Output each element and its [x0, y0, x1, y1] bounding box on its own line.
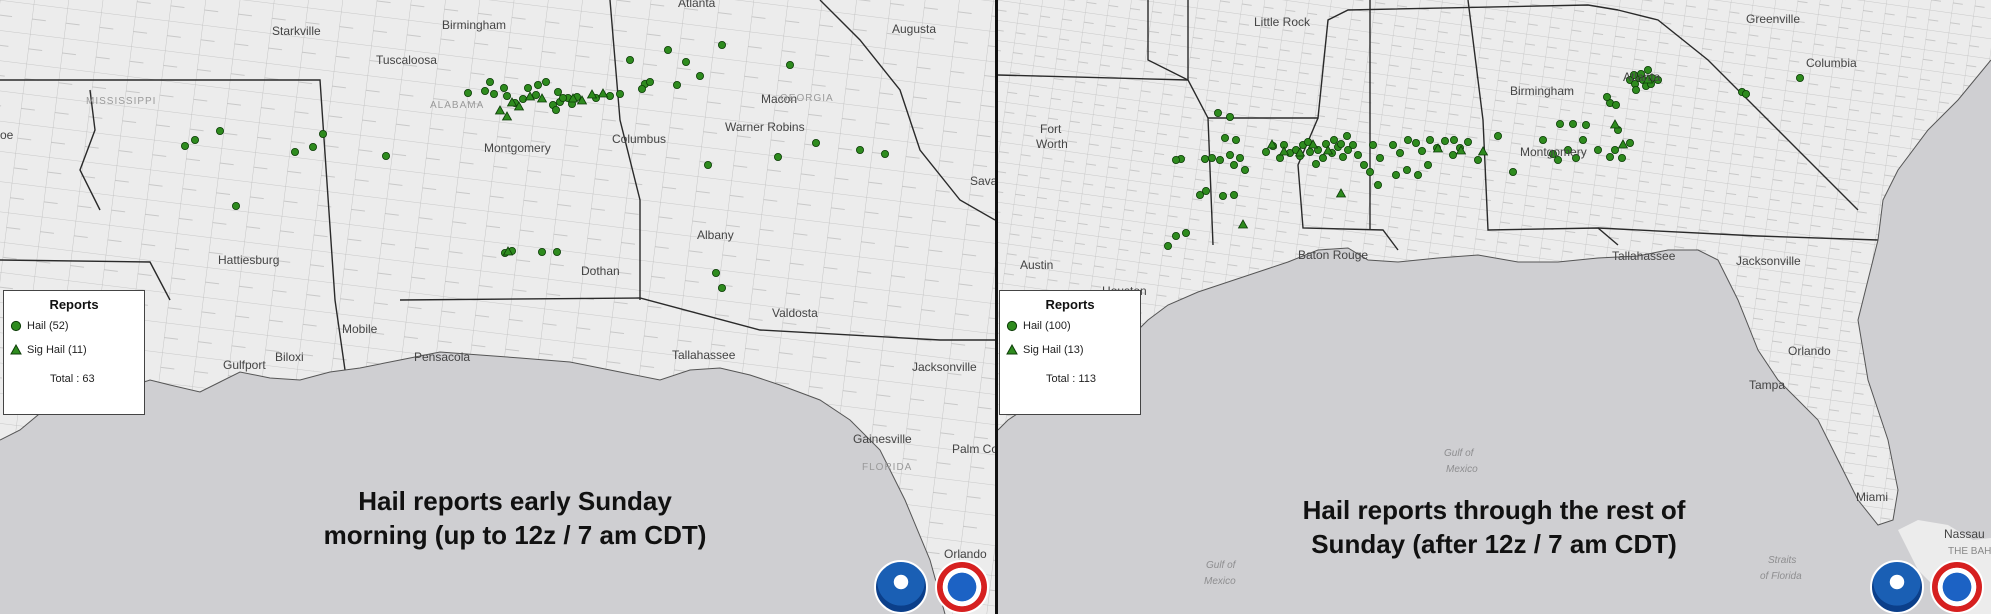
city-greenville: Greenville: [1746, 12, 1801, 26]
legend-hail-label: Hail (52): [27, 320, 69, 332]
city-little-rock: Little Rock: [1254, 15, 1311, 29]
city-starkville: Starkville: [272, 24, 321, 38]
city-columbia: Columbia: [1806, 56, 1857, 70]
right-caption-line1: Hail reports through the rest of: [1302, 495, 1686, 525]
city-tampa: Tampa: [1749, 378, 1786, 392]
water-straits-a: Straits: [1768, 555, 1797, 566]
city-gainesville: Gainesville: [853, 432, 912, 446]
city-orlando: Orlando: [944, 547, 987, 561]
city-monroe-partial: oe: [0, 128, 14, 142]
city-biloxi: Biloxi: [275, 350, 304, 364]
sig-hail-triangle-icon: [10, 344, 22, 355]
water-gulf-of-mexico-1b: Mexico: [1446, 464, 1478, 475]
city-tallahassee-r: Tallahassee: [1612, 249, 1676, 263]
city-warner-robins: Warner Robins: [725, 120, 805, 134]
city-atlanta: Atlanta: [1623, 70, 1661, 84]
city-valdosta: Valdosta: [772, 306, 818, 320]
label-bahamas: THE BAH: [1948, 546, 1991, 557]
state-alabama: ALABAMA: [430, 100, 485, 111]
legend-title: Reports: [49, 297, 99, 312]
city-baton-rouge: Baton Rouge: [1298, 248, 1369, 262]
legend-sig-hail-row: Sig Hail (13): [1006, 344, 1084, 356]
city-gulfport: Gulfport: [223, 358, 266, 372]
city-austin: Austin: [1020, 258, 1054, 272]
city-augusta: Augusta: [892, 22, 937, 36]
water-gulf-of-mexico-2a: Gulf of: [1206, 560, 1236, 571]
city-palm-coast: Palm Co: [952, 442, 995, 456]
legend-hail-label: Hail (100): [1023, 320, 1071, 332]
city-dothan: Dothan: [581, 264, 620, 278]
left-caption: Hail reports early Sunday morning (up to…: [290, 484, 740, 552]
water-gulf-of-mexico-2b: Mexico: [1204, 576, 1236, 587]
city-columbus: Columbus: [612, 132, 667, 146]
legend-sig-hail-row: Sig Hail (11): [10, 344, 87, 356]
city-savannah: Sava: [970, 174, 995, 188]
legend-total: Total : 113: [1046, 373, 1096, 385]
noaa-logo-icon: [1870, 560, 1924, 614]
nws-logo-icon: [1930, 560, 1984, 614]
city-orlando-r: Orlando: [1788, 344, 1831, 358]
right-map-panel: Little Rock Greenville Atlanta Columbia …: [998, 0, 1991, 614]
city-montgomery: Montgomery: [484, 141, 551, 155]
state-mississippi: MISSISSIPPI: [86, 96, 157, 107]
left-legend: Reports Hail (52) Sig Hail (11) Total : …: [3, 290, 145, 415]
water-gulf-of-mexico-1a: Gulf of: [1444, 448, 1474, 459]
hail-dot-icon: [10, 320, 22, 332]
legend-total: Total : 63: [50, 373, 95, 385]
sig-hail-triangle-icon: [1006, 344, 1018, 355]
nws-logo-icon: [935, 560, 989, 614]
right-legend: Reports Hail (100) Sig Hail (13) Total :…: [999, 290, 1141, 415]
right-caption-line2: Sunday (after 12z / 7 am CDT): [1311, 529, 1677, 559]
city-nassau: Nassau: [1944, 527, 1985, 541]
city-montgomery-r: Montgomery: [1520, 145, 1587, 159]
legend-sig-hail-label: Sig Hail (11): [27, 344, 87, 356]
left-caption-line1: Hail reports early Sunday: [358, 486, 672, 516]
legend-hail-row: Hail (52): [10, 320, 69, 332]
noaa-logo-icon: [874, 560, 928, 614]
city-miami: Miami: [1856, 490, 1888, 504]
left-map-panel: Starkville Birmingham Tuscaloosa Augusta…: [0, 0, 995, 614]
city-birmingham: Birmingham: [442, 18, 507, 32]
legend-hail-row: Hail (100): [1006, 320, 1071, 332]
city-tuscaloosa: Tuscaloosa: [376, 53, 437, 67]
state-florida: FLORIDA: [862, 462, 913, 473]
state-georgia: GEORGIA: [780, 93, 834, 104]
city-jacksonville-r: Jacksonville: [1736, 254, 1801, 268]
city-mobile: Mobile: [342, 322, 378, 336]
city-tallahassee: Tallahassee: [672, 348, 736, 362]
hail-dot-icon: [1006, 320, 1018, 332]
city-pensacola: Pensacola: [414, 350, 471, 364]
city-hattiesburg: Hattiesburg: [218, 253, 280, 267]
legend-sig-hail-label: Sig Hail (13): [1023, 344, 1084, 356]
water-straits-b: of Florida: [1760, 571, 1802, 582]
city-atlanta-partial: Atlanta: [678, 0, 716, 10]
city-fort: Fort: [1040, 122, 1062, 136]
legend-title: Reports: [1045, 297, 1095, 312]
right-caption: Hail reports through the rest of Sunday …: [1264, 493, 1724, 561]
city-albany: Albany: [697, 228, 734, 242]
city-worth: Worth: [1036, 137, 1068, 151]
city-jacksonville: Jacksonville: [912, 360, 977, 374]
city-birmingham-r: Birmingham: [1510, 84, 1575, 98]
left-caption-line2: morning (up to 12z / 7 am CDT): [323, 520, 707, 550]
